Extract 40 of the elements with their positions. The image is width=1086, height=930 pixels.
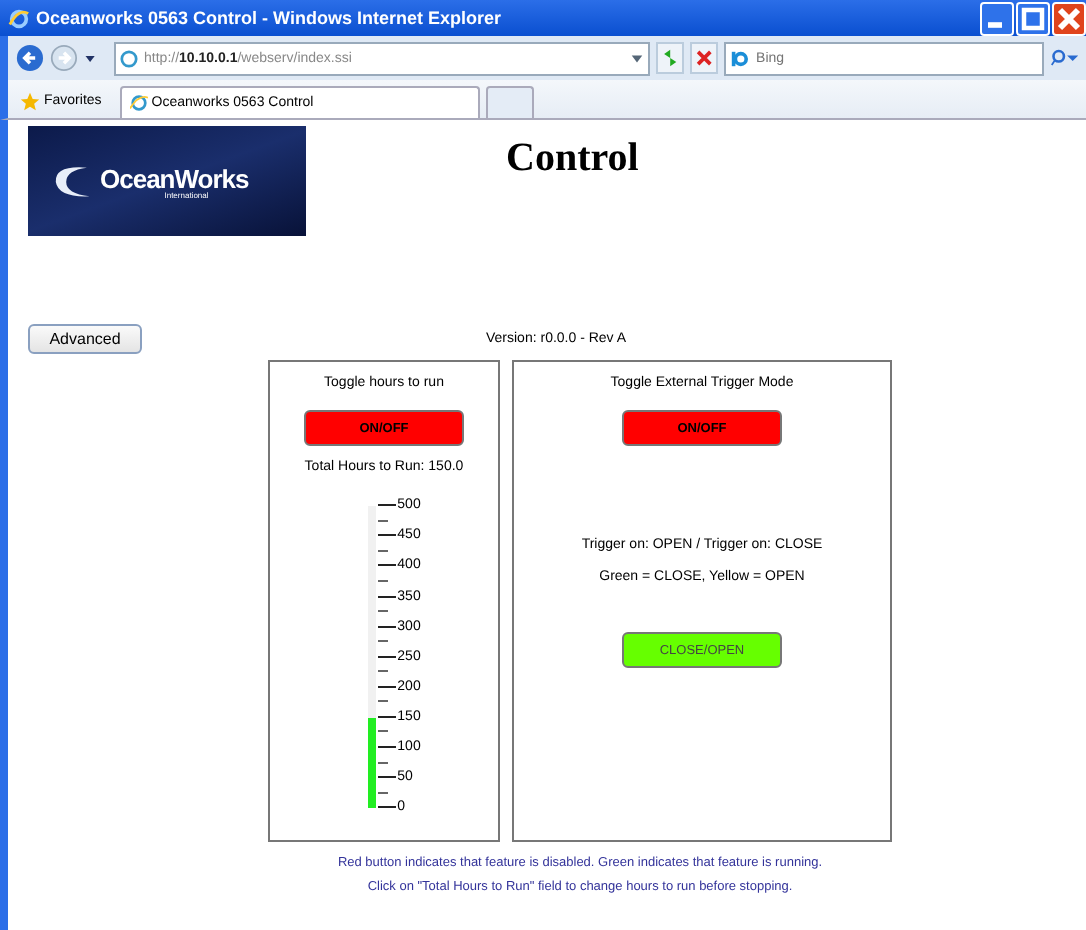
major-tick [377,776,396,779]
major-tick [377,564,396,567]
major-tick [377,746,396,749]
major-tick [377,685,396,688]
major-tick [377,504,396,507]
minor-tick [377,730,388,733]
minor-tick [377,700,388,703]
advanced-button[interactable]: Advanced [28,324,142,354]
minimize-icon [988,21,1002,27]
dropdown-icon[interactable] [629,51,644,65]
minor-tick [377,549,388,552]
browser-logo-icon [8,7,30,29]
major-tick [377,534,396,537]
dropdown-icon[interactable] [83,51,97,65]
major-tick [377,655,396,658]
page-icon [120,49,139,67]
page-heading: Control [506,136,639,182]
close-button[interactable] [1052,1,1086,35]
minor-tick [377,761,388,764]
minor-tick [377,610,388,613]
major-tick [377,806,396,809]
minor-tick [377,580,388,582]
maximize-icon [1018,3,1048,33]
minor-tick [377,670,388,673]
close-icon [1054,3,1084,33]
minimize-button[interactable] [980,1,1014,35]
minor-tick [377,640,388,643]
maximize-button[interactable] [1016,1,1050,35]
minor-tick [377,791,388,794]
browser-logo-icon [129,94,148,112]
major-tick [377,625,396,628]
major-tick [377,595,396,598]
star-icon [20,91,40,111]
back-button[interactable] [16,42,44,74]
major-tick [377,715,396,718]
window-title: Oceanworks 0563 Control - Windows Internet Explorer [36,8,501,28]
minor-tick [377,519,388,522]
search-engine-icon [730,49,749,67]
refresh-icon[interactable] [655,42,684,74]
stop-icon[interactable] [689,42,719,74]
